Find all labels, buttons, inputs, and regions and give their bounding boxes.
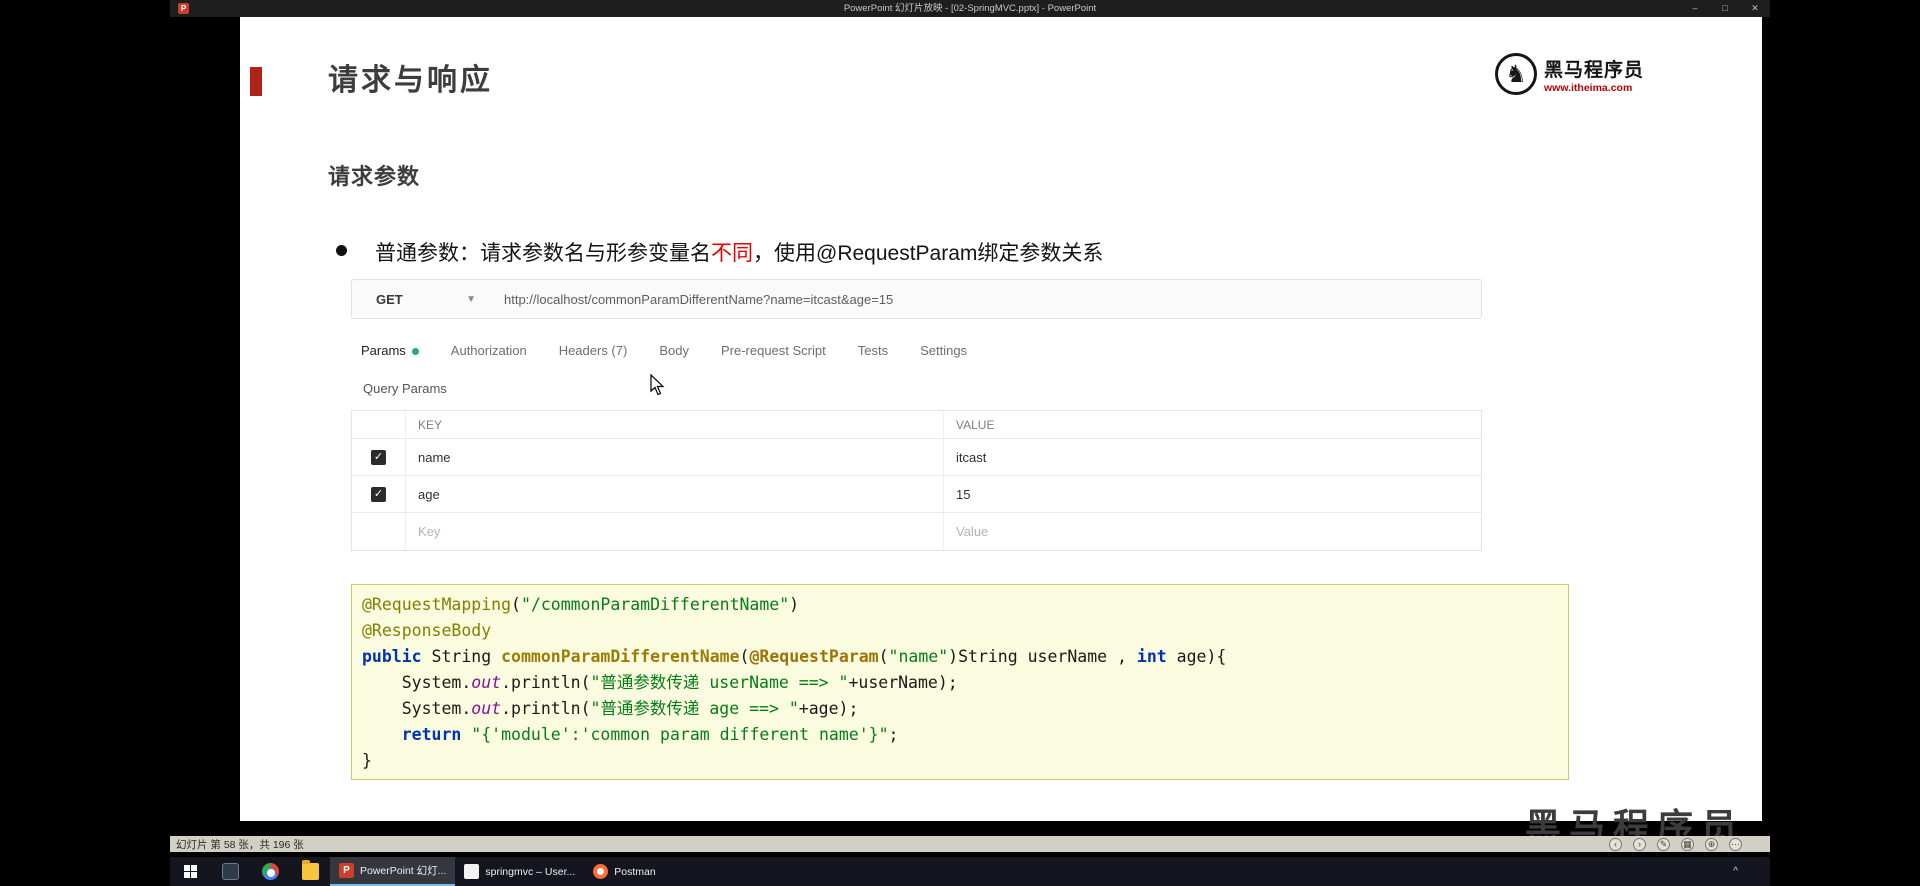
method-value: GET (376, 291, 403, 307)
horse-logo-icon (1494, 53, 1537, 95)
start-button[interactable] (170, 857, 210, 886)
postman-tab-pre-request-script[interactable]: Pre-request Script (721, 343, 826, 358)
code-line: @ResponseBody (362, 621, 492, 640)
powerpoint-icon: P (339, 863, 354, 878)
intellij-icon (464, 864, 480, 879)
code-line: return "{'module':'common param differen… (401, 725, 899, 744)
slide-title: 请求与响应 (328, 64, 493, 97)
slide-counter: 幻灯片 第 58 张，共 196 张 (176, 838, 304, 851)
windows-taskbar: P PowerPoint 幻灯... springmvc – User... Post… (170, 857, 1770, 886)
code-line: } (362, 751, 372, 770)
slide-subtitle: 请求参数 (328, 164, 421, 189)
postman-tab-body[interactable]: Body (659, 343, 689, 358)
code-line: public String commonParamDifferentName(@… (362, 647, 1227, 666)
checkbox-cell: ✓ (352, 476, 406, 512)
highlight-text: 不同 (711, 242, 753, 265)
title-accent-bar (250, 67, 262, 96)
param-key[interactable]: age (406, 476, 944, 512)
checkbox-cell (352, 513, 406, 550)
checkbox-cell: ✓ (352, 439, 406, 475)
param-checkbox[interactable]: ✓ (371, 486, 386, 502)
query-param-row: ✓ name itcast (352, 439, 1481, 476)
folder-icon (301, 860, 319, 880)
taskbar-app-postman[interactable]: Postman (584, 857, 664, 886)
chrome-launcher[interactable] (250, 857, 290, 886)
postman-panel: GET ▼ http://localhost/commonParamDiffer… (351, 279, 1482, 561)
code-block: @RequestMapping("/commonParamDifferentNa… (351, 584, 1569, 780)
close-button[interactable]: ✕ (1740, 0, 1770, 17)
postman-tab-headers-7-[interactable]: Headers (7) (559, 343, 628, 358)
code-line: @RequestMapping("/commonParamDifferentNa… (362, 595, 800, 614)
maximize-button[interactable]: □ (1710, 0, 1740, 17)
task-view-button[interactable] (210, 857, 250, 886)
bullet-item: 普通参数：请求参数名与形参变量名不同，使用@RequestParam绑定参数关系 (336, 237, 1103, 267)
postman-tabs: Params Authorization Headers (7) Body Pre-re… (361, 343, 967, 358)
postman-icon (593, 864, 609, 879)
query-param-row: Key Value (352, 513, 1481, 550)
window-title: PowerPoint 幻灯片放映 - [02-SpringMVC.pptx] -… (843, 3, 1097, 14)
postman-tab-authorization[interactable]: Authorization (451, 343, 527, 358)
slideshow-statusbar: 幻灯片 第 58 张，共 196 张 ‹ › ✎ ▦ ⊕ ⋯ (170, 836, 1770, 852)
postman-tab-params[interactable]: Params (361, 343, 419, 358)
task-view-icon (221, 863, 239, 880)
header-key: KEY (406, 411, 944, 438)
taskbar-apps: P PowerPoint 幻灯... springmvc – User... Post… (330, 857, 665, 886)
bullet-text: 普通参数：请求参数名与形参变量名不同，使用@RequestParam绑定参数关系 (375, 242, 1104, 265)
postman-tab-settings[interactable]: Settings (920, 343, 967, 358)
file-explorer-launcher[interactable] (290, 857, 330, 886)
param-key[interactable]: name (406, 439, 944, 475)
next-slide-icon[interactable]: › (1633, 837, 1646, 851)
bullet-dot-icon (336, 245, 347, 256)
param-value[interactable]: 15 (944, 476, 1481, 512)
query-params-label: Query Params (363, 381, 447, 396)
see-all-slides-icon[interactable]: ▦ (1681, 837, 1694, 851)
param-key[interactable]: Key (406, 513, 944, 550)
taskbar-app-label: Postman (614, 865, 656, 878)
slide-canvas: 请求与响应 黑马程序员 www.itheima.com 请求参数 普通参数：请求… (240, 17, 1762, 821)
query-params-rows: ✓ name itcast ✓ age 15 Key Value (352, 439, 1481, 550)
table-header-row: KEY VALUE (352, 411, 1481, 439)
header-value: VALUE (956, 417, 995, 432)
tray-chevron-icon[interactable]: ^ (1733, 857, 1738, 886)
more-options-icon[interactable]: ⋯ (1729, 837, 1742, 851)
zoom-icon[interactable]: ⊕ (1705, 837, 1718, 851)
code-line: System.out.println("普通参数传递 age ==> "+age… (362, 699, 859, 718)
query-param-row: ✓ age 15 (352, 476, 1481, 513)
brand-url: www.itheima.com (1543, 81, 1633, 94)
taskbar-app-intellij[interactable]: springmvc – User... (455, 857, 584, 886)
minimize-button[interactable]: – (1680, 0, 1710, 17)
params-active-dot (411, 348, 419, 355)
method-dropdown[interactable]: GET ▼ (352, 292, 492, 307)
taskbar-app-label: PowerPoint 幻灯... (360, 865, 447, 877)
postman-tab-tests[interactable]: Tests (858, 343, 888, 358)
taskbar-app-powerpoint[interactable]: P PowerPoint 幻灯... (330, 857, 456, 886)
brand-logo: 黑马程序员 www.itheima.com (1494, 53, 1644, 95)
pen-icon[interactable]: ✎ (1657, 837, 1670, 851)
param-value[interactable]: itcast (944, 439, 1481, 475)
header-checkbox-cell (352, 411, 406, 438)
request-url-bar: GET ▼ http://localhost/commonParamDiffer… (351, 279, 1482, 319)
request-url-input[interactable]: http://localhost/commonParamDifferentNam… (504, 292, 893, 307)
window-titlebar: P PowerPoint 幻灯片放映 - [02-SpringMVC.pptx]… (170, 0, 1770, 17)
param-checkbox[interactable]: ✓ (371, 449, 386, 465)
chrome-icon (261, 863, 279, 880)
code-line: System.out.println("普通参数传递 userName ==> … (362, 673, 958, 692)
brand-name: 黑马程序员 (1543, 59, 1644, 81)
param-value[interactable]: Value (944, 513, 1481, 550)
statusbar-icons: ‹ › ✎ ▦ ⊕ ⋯ (1609, 837, 1742, 851)
windows-logo-icon (183, 865, 197, 878)
query-params-table: KEY VALUE ✓ name itcast ✓ age 15 Key Value (351, 410, 1482, 551)
chevron-down-icon: ▼ (466, 293, 476, 305)
taskbar-app-label: springmvc – User... (485, 865, 576, 878)
mouse-cursor-icon (650, 374, 665, 396)
previous-slide-icon[interactable]: ‹ (1609, 837, 1622, 851)
